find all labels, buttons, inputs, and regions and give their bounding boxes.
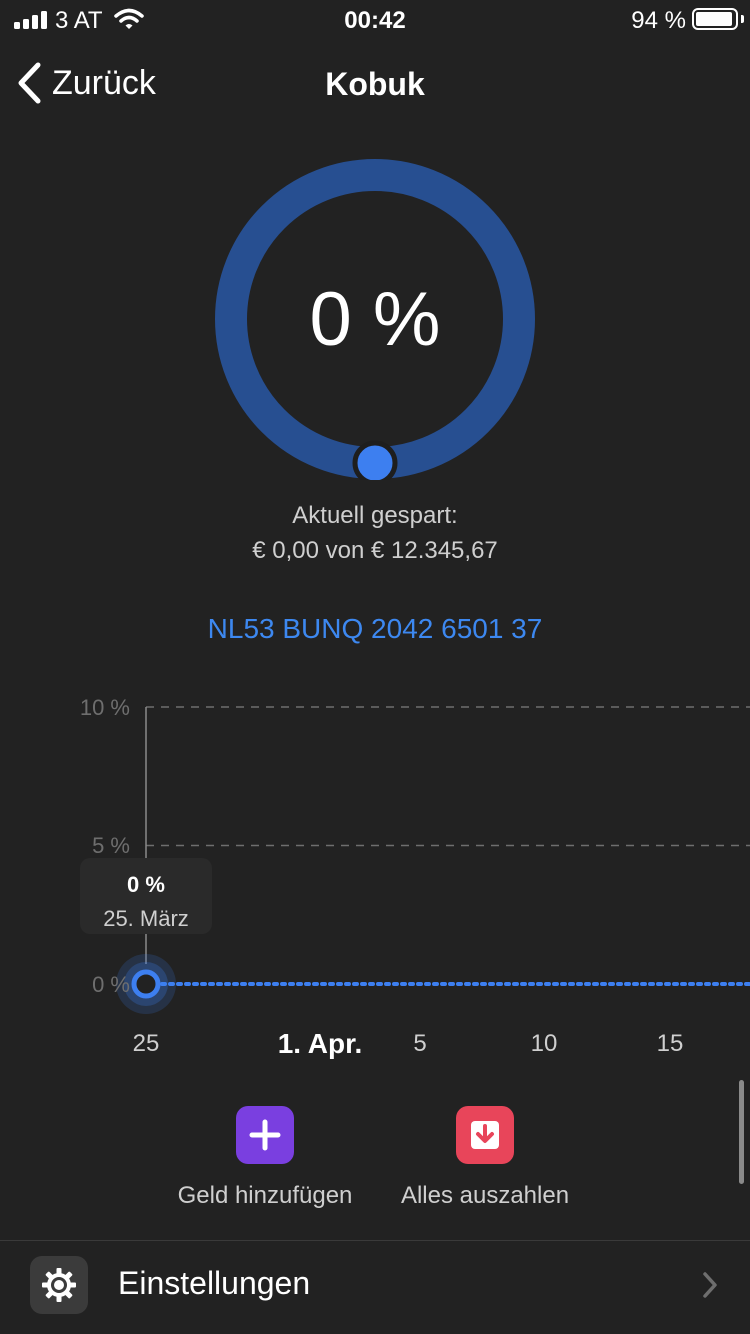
gear-icon (30, 1256, 88, 1314)
data-point (131, 969, 161, 999)
savings-chart[interactable]: 10 % 5 % 0 % 0 % 25. März 25 1. Apr. 5 1… (0, 680, 750, 1070)
download-icon (456, 1106, 514, 1164)
tooltip-value: 0 % (127, 872, 165, 897)
x-tick-label: 15 (656, 1030, 684, 1057)
saved-amount: € 0,00 von € 12.345,67 (252, 537, 498, 564)
add-money-label: Geld hinzufügen (177, 1182, 353, 1209)
y-tick-label: 5 % (92, 833, 130, 858)
battery-percent: 94 % (631, 7, 686, 34)
scrollbar[interactable] (739, 1080, 744, 1184)
battery-nub (741, 15, 744, 23)
x-tick-label: 5 (413, 1030, 427, 1057)
x-tick-label: 10 (530, 1030, 558, 1057)
battery-icon (692, 8, 738, 30)
plus-icon (236, 1106, 294, 1164)
x-tick-label: 25 (132, 1030, 160, 1057)
settings-row[interactable]: Einstellungen (0, 1241, 750, 1329)
progress-value: 0 % (309, 276, 441, 362)
settings-label: Einstellungen (118, 1265, 311, 1301)
page-title: Kobuk (325, 66, 425, 102)
tooltip-date: 25. März (103, 906, 189, 931)
status-bar: 3 AT 00:42 94 % (0, 0, 750, 40)
y-tick-label: 10 % (79, 695, 130, 720)
chart-tooltip: 0 % 25. März (80, 858, 212, 934)
iban-link[interactable]: NL53 BUNQ 2042 6501 37 (0, 613, 750, 645)
saved-label: Aktuell gespart: (292, 502, 458, 529)
withdraw-all-label: Alles auszahlen (400, 1182, 570, 1209)
add-money-button[interactable]: Geld hinzufügen (155, 1106, 375, 1210)
withdraw-all-button[interactable]: Alles auszahlen (375, 1106, 595, 1210)
chevron-right-icon (702, 1271, 718, 1304)
y-tick-label: 0 % (92, 972, 130, 997)
